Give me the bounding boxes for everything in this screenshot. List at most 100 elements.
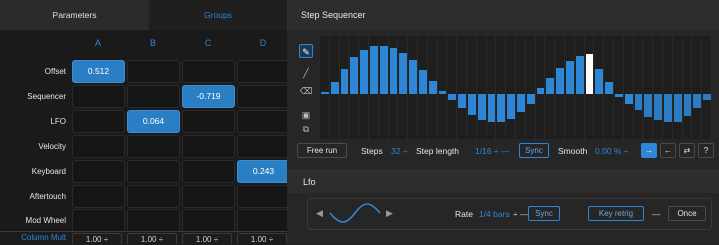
mod-cell[interactable] (72, 160, 125, 183)
mod-cell[interactable] (182, 60, 235, 83)
randomize-icon[interactable]: ▣ (299, 108, 313, 122)
mod-cell[interactable] (182, 185, 235, 208)
mod-cell[interactable] (237, 110, 290, 133)
sine-wave-icon (329, 203, 381, 223)
step-bar[interactable] (703, 94, 711, 100)
mod-cell[interactable] (72, 85, 125, 108)
once-button[interactable]: Once (668, 206, 706, 221)
mod-cell[interactable] (127, 209, 180, 232)
play-random-button[interactable]: ? (698, 143, 714, 158)
step-bar[interactable] (448, 94, 457, 100)
step-bar[interactable] (595, 69, 604, 94)
smooth-value[interactable]: 0.00 % ÷ (595, 146, 629, 156)
step-bar[interactable] (654, 94, 662, 121)
step-bar[interactable] (419, 70, 427, 94)
tab-parameters[interactable]: Parameters (0, 0, 149, 30)
step-bar[interactable] (428, 80, 437, 94)
step-bar[interactable] (497, 94, 506, 122)
step-bar[interactable] (487, 94, 496, 122)
column-mult-c[interactable]: 1.00 ÷ (182, 233, 232, 244)
step-bar[interactable] (644, 94, 653, 118)
step-bar[interactable] (575, 55, 584, 94)
step-bar[interactable] (546, 77, 555, 94)
play-pingpong-button[interactable]: ⇄ (679, 143, 695, 158)
step-bar[interactable] (477, 94, 486, 120)
mod-cell[interactable] (182, 110, 235, 133)
row-label: Velocity (38, 142, 66, 151)
mod-cell[interactable] (72, 110, 125, 133)
step-bar[interactable] (517, 94, 525, 113)
mod-cell[interactable] (182, 209, 235, 232)
step-divider (652, 36, 654, 139)
mod-cell[interactable] (72, 185, 125, 208)
mod-cell[interactable] (72, 209, 125, 232)
step-bar[interactable] (330, 82, 339, 94)
mod-cell[interactable] (127, 160, 180, 183)
mod-cell[interactable] (237, 60, 290, 83)
mod-cell[interactable]: 0.064 (127, 110, 180, 133)
play-forward-button[interactable]: → (641, 143, 657, 158)
mod-cell[interactable] (237, 85, 290, 108)
step-length-value[interactable]: 1/16 ÷ — (475, 146, 509, 156)
step-bar[interactable] (389, 47, 398, 94)
step-bar[interactable] (634, 94, 643, 110)
step-bar[interactable] (379, 46, 388, 94)
mod-cell[interactable]: -0.719 (182, 85, 235, 108)
step-bar[interactable] (615, 94, 623, 98)
eraser-icon[interactable]: ⌫ (299, 84, 313, 98)
step-bar[interactable] (605, 81, 613, 94)
steps-value[interactable]: 32 ÷ (391, 146, 407, 156)
step-bar[interactable] (507, 94, 515, 119)
step-bar[interactable] (683, 94, 692, 117)
key-retrig-button[interactable]: Key retrig (588, 206, 644, 221)
mod-cell[interactable] (237, 185, 290, 208)
column-mult-a[interactable]: 1.00 ÷ (72, 233, 122, 244)
step-bar[interactable] (526, 94, 535, 105)
step-bar[interactable] (458, 94, 466, 109)
mod-cell[interactable]: 0.512 (72, 60, 125, 83)
seq-sync-button[interactable]: Sync (519, 143, 549, 158)
step-bar[interactable] (321, 91, 329, 94)
mod-cell[interactable] (127, 185, 180, 208)
prev-shape-icon[interactable]: ◀ (316, 208, 323, 219)
mod-cell[interactable] (72, 135, 125, 158)
free-run-button[interactable]: Free run (297, 143, 347, 158)
step-bar[interactable] (438, 91, 447, 94)
step-bar[interactable] (370, 46, 378, 94)
paste-icon[interactable]: ⧉ (299, 122, 313, 136)
mod-cell[interactable] (182, 160, 235, 183)
step-divider (436, 36, 438, 139)
play-backward-button[interactable]: ← (660, 143, 676, 158)
step-bar[interactable] (556, 68, 564, 94)
mod-cell[interactable]: 0.243 (237, 160, 290, 183)
step-bar[interactable] (624, 94, 633, 104)
rate-stepper[interactable]: ÷ — (513, 209, 529, 219)
step-bar[interactable] (340, 69, 349, 94)
mod-cell[interactable] (182, 135, 235, 158)
step-bar[interactable] (673, 94, 682, 122)
step-bar[interactable] (468, 94, 476, 115)
tab-groups[interactable]: Groups (149, 0, 287, 30)
step-bar[interactable] (664, 94, 672, 122)
line-icon[interactable]: ╱ (299, 66, 313, 80)
step-sequencer-grid[interactable] (320, 36, 712, 139)
mod-cell[interactable] (127, 60, 180, 83)
step-bar[interactable] (350, 56, 359, 94)
column-mult-b[interactable]: 1.00 ÷ (127, 233, 177, 244)
pencil-icon[interactable]: ✎ (299, 44, 313, 58)
step-bar[interactable] (585, 53, 594, 94)
step-bar[interactable] (399, 52, 408, 94)
mod-cell[interactable] (127, 135, 180, 158)
lfo-sync-button[interactable]: Sync (528, 206, 560, 221)
step-bar[interactable] (536, 88, 545, 94)
mod-cell[interactable] (237, 135, 290, 158)
rate-value[interactable]: 1/4 bars (479, 209, 510, 219)
step-bar[interactable] (409, 60, 417, 94)
next-shape-icon[interactable]: ▶ (386, 208, 393, 219)
mod-cell[interactable] (237, 209, 290, 232)
step-bar[interactable] (693, 94, 702, 108)
mod-cell[interactable] (127, 85, 180, 108)
column-mult-d[interactable]: 1.00 ÷ (237, 233, 287, 244)
step-bar[interactable] (360, 49, 368, 94)
step-bar[interactable] (566, 61, 574, 94)
